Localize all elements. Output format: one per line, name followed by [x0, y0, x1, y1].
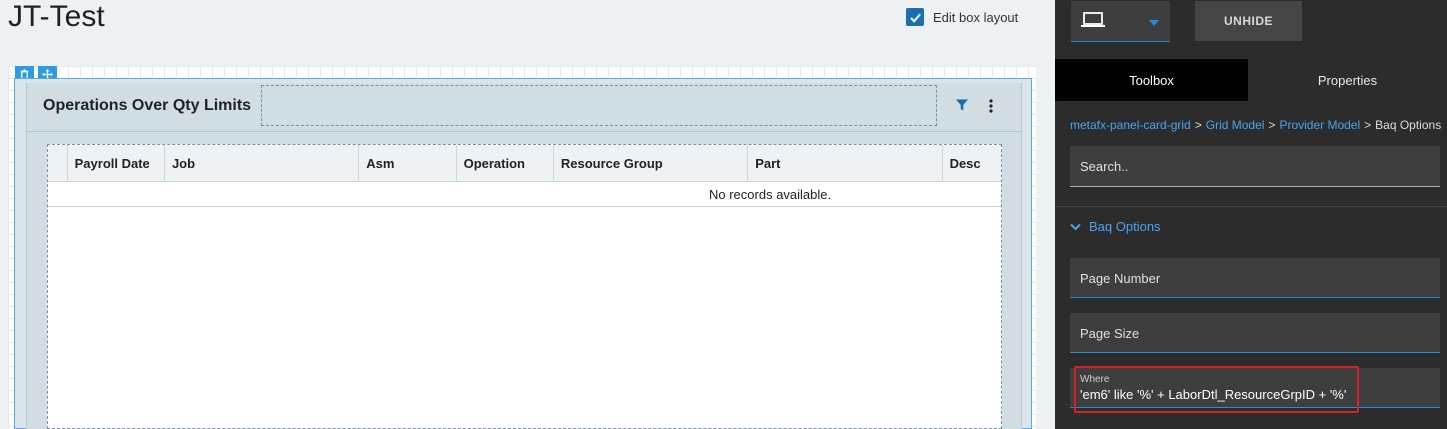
edit-box-layout-label: Edit box layout [933, 9, 1019, 25]
device-select[interactable] [1071, 1, 1170, 42]
grid-column-asm[interactable]: Asm [359, 145, 457, 182]
breadcrumb-item-panel-card-grid[interactable]: metafx-panel-card-grid [1070, 118, 1191, 132]
baq-options-section-toggle[interactable]: Baq Options [1070, 219, 1161, 234]
panel-card-grid[interactable]: Operations Over Qty Limits Payroll Date … [26, 83, 1022, 429]
property-search-input[interactable]: Search.. [1070, 146, 1440, 187]
tab-properties[interactable]: Properties [1248, 59, 1447, 101]
breadcrumb-item-grid-model[interactable]: Grid Model [1206, 118, 1265, 132]
grid-column-job[interactable]: Job [165, 145, 360, 182]
grid-empty-message: No records available. [48, 182, 1001, 207]
breadcrumb: metafx-panel-card-grid > Grid Model > Provid… [1070, 118, 1441, 132]
designer-canvas: JT-Test Edit box layout Operations Over … [0, 0, 1055, 429]
edit-box-layout-toggle[interactable]: Edit box layout [906, 8, 1018, 26]
grid-column-operation[interactable]: Operation [457, 145, 554, 182]
grid-column-part[interactable]: Part [748, 145, 943, 182]
grid-column-payroll-date[interactable]: Payroll Date [68, 145, 165, 182]
page-number-field[interactable]: Page Number [1070, 258, 1440, 298]
tab-toolbox[interactable]: Toolbox [1055, 59, 1248, 101]
caret-down-icon [1149, 20, 1159, 26]
section-title: Baq Options [1089, 219, 1161, 234]
check-icon [909, 13, 921, 23]
page-title: JT-Test [8, 0, 105, 33]
breadcrumb-item-provider-model[interactable]: Provider Model [1279, 118, 1360, 132]
breadcrumb-item-baq-options: Baq Options [1375, 118, 1442, 132]
grid-column-resource-group[interactable]: Resource Group [554, 145, 749, 182]
grid-column-desc[interactable]: Desc [943, 145, 1001, 182]
unhide-button[interactable]: UNHIDE [1195, 1, 1302, 41]
card-title: Operations Over Qty Limits [43, 97, 252, 114]
breadcrumb-separator: > [1194, 118, 1202, 132]
designer-side-panel: UNHIDE Toolbox Properties metafx-panel-c… [1055, 0, 1447, 429]
data-grid: Payroll Date Job Asm Operation Resource … [47, 144, 1002, 429]
header-drop-zone[interactable] [261, 85, 937, 126]
filter-icon[interactable] [955, 98, 969, 112]
chevron-down-icon [1070, 223, 1081, 230]
kebab-icon[interactable] [985, 98, 997, 114]
edit-box-layout-checkbox[interactable] [906, 8, 924, 26]
panel-tabs: Toolbox Properties [1055, 59, 1447, 101]
breadcrumb-separator: > [1268, 118, 1276, 132]
card-header: Operations Over Qty Limits [27, 83, 1021, 132]
where-field-highlight [1074, 366, 1359, 413]
panel-divider [1055, 206, 1447, 207]
grid-column-selector[interactable] [48, 145, 68, 182]
grid-header-row: Payroll Date Job Asm Operation Resource … [48, 145, 1001, 182]
breadcrumb-separator: > [1364, 118, 1372, 132]
page-size-field[interactable]: Page Size [1070, 313, 1440, 353]
laptop-icon [1081, 12, 1105, 27]
